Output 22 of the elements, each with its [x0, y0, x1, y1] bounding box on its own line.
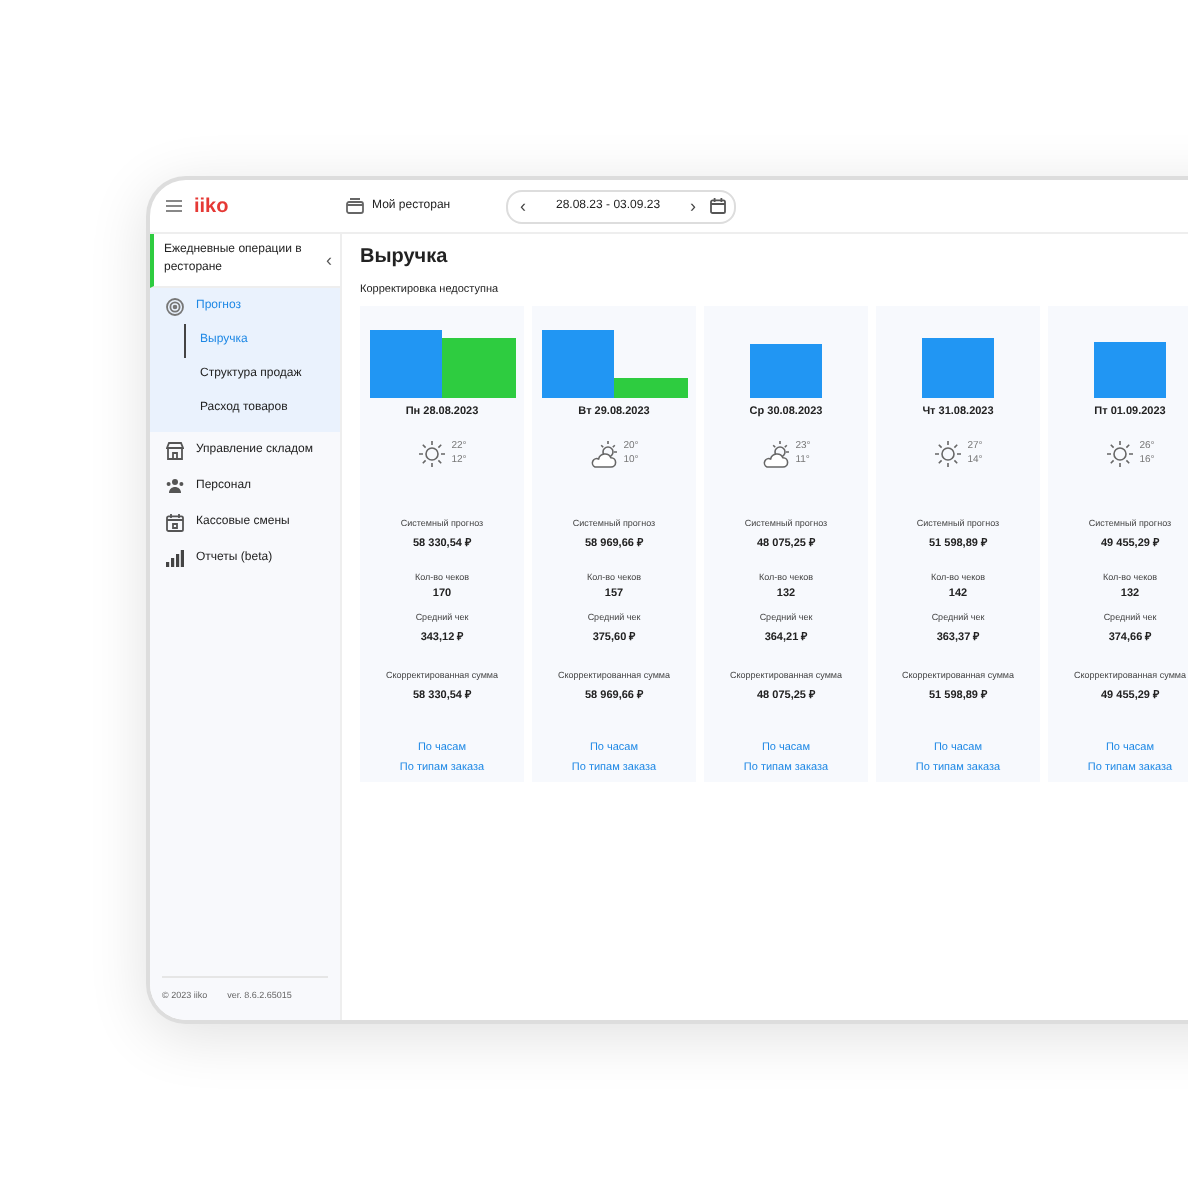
bar-drawing [922, 337, 994, 398]
sun-icon [1105, 440, 1134, 469]
collapse-button[interactable]: ‹ [326, 250, 332, 270]
store-icon [346, 198, 364, 214]
menu-button[interactable] [166, 200, 182, 212]
people-icon [166, 477, 184, 495]
cloud-sun-icon [761, 440, 790, 469]
target-icon [166, 297, 184, 315]
store-icon [166, 441, 184, 459]
page-title: Выручка [360, 246, 450, 268]
sun-icon [417, 440, 446, 469]
bar-chart-icon [166, 549, 184, 567]
menu-icon [166, 200, 182, 212]
logo: iiko [194, 195, 231, 217]
calendar-icon [710, 198, 727, 214]
next-button[interactable]: › [686, 197, 701, 215]
bar-drawing [1094, 341, 1166, 398]
previous-button[interactable]: ‹ [516, 197, 530, 215]
cloud-sun-icon [589, 440, 618, 469]
sun-icon [933, 440, 962, 469]
bar-drawing [750, 343, 822, 398]
calendar-icon [166, 513, 184, 531]
